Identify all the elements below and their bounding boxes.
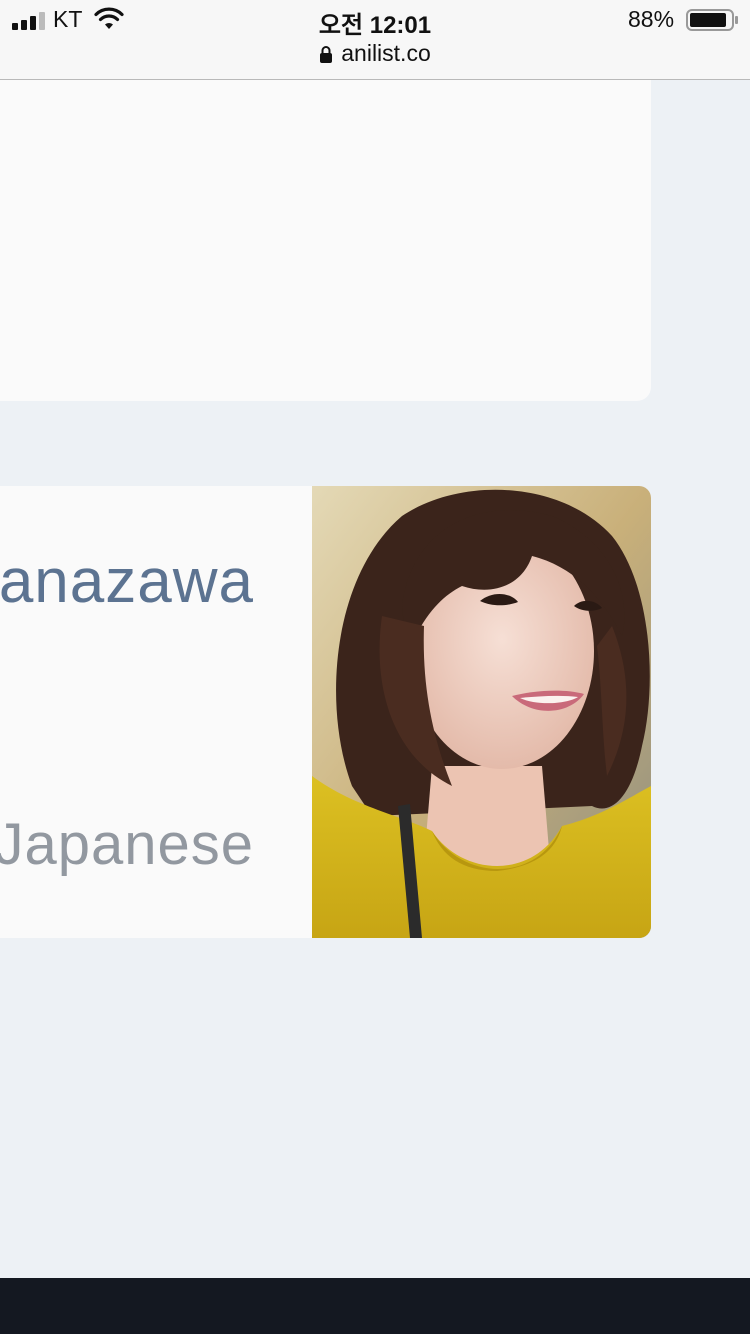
url-text: anilist.co [341,40,431,66]
battery-icon [686,9,738,31]
staff-portrait-image[interactable] [312,486,651,938]
lock-icon [320,46,333,63]
staff-name[interactable]: anazawa [0,546,254,617]
status-bar: KT 오전 12:01 anilist.co 88% [0,0,750,80]
bottom-nav-bar [0,1278,750,1334]
address-bar[interactable]: anilist.co [0,40,750,67]
staff-card[interactable]: anazawa Japanese [0,486,651,938]
staff-language: Japanese [0,812,254,877]
battery-percent: 88% [628,6,675,32]
media-card[interactable] [0,80,651,401]
